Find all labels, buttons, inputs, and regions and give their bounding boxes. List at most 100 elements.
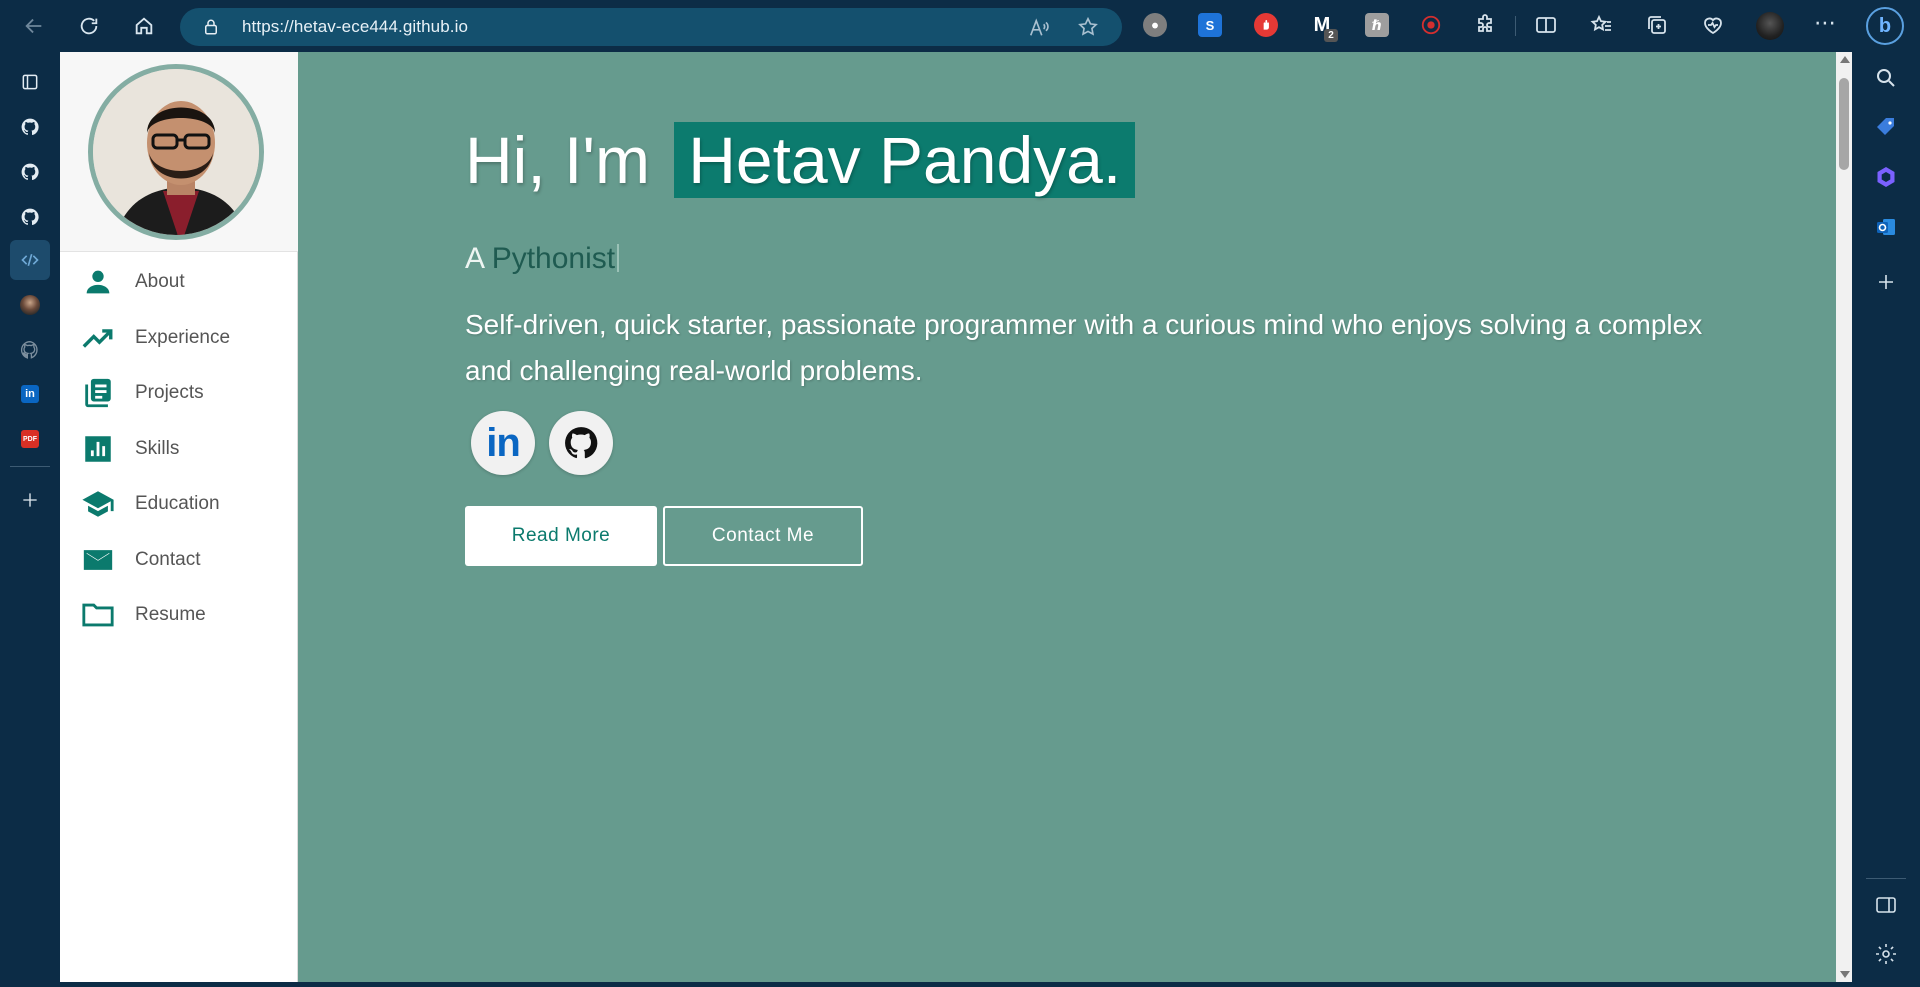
edge-sidebar bbox=[1852, 52, 1920, 987]
browser-toolbar: https://hetav-ece444.github.io S M 2 ℏ ⋯… bbox=[0, 0, 1920, 52]
mail-icon bbox=[83, 550, 113, 570]
nav-label: Resume bbox=[135, 604, 206, 625]
nav-label: Projects bbox=[135, 382, 204, 403]
plus-icon bbox=[23, 493, 37, 507]
settings-gear-icon[interactable] bbox=[1874, 942, 1898, 966]
github-tab-icon bbox=[20, 340, 38, 359]
scrollbar-thumb[interactable] bbox=[1839, 78, 1849, 170]
trending-up-icon bbox=[82, 329, 113, 348]
tab-profile[interactable] bbox=[10, 285, 50, 325]
bing-icon: b bbox=[1878, 14, 1892, 37]
library-books-icon bbox=[85, 378, 111, 408]
nav-about[interactable]: About bbox=[60, 260, 298, 304]
read-more-button[interactable]: Read More bbox=[465, 506, 657, 566]
read-aloud-icon[interactable] bbox=[1028, 17, 1050, 39]
extension-record-icon[interactable] bbox=[1419, 13, 1443, 37]
profile-header bbox=[60, 52, 298, 252]
extension-hand-icon[interactable] bbox=[1254, 13, 1278, 37]
collections-icon[interactable] bbox=[1645, 13, 1669, 37]
profile-photo bbox=[88, 64, 264, 240]
code-tab-icon bbox=[21, 253, 39, 267]
github-tab-icon bbox=[21, 163, 39, 181]
outlook-icon[interactable] bbox=[1874, 215, 1898, 239]
page-scrollbar[interactable] bbox=[1836, 52, 1852, 982]
github-link[interactable] bbox=[549, 411, 613, 475]
site-sidebar: About Experience Projects Skills Educati… bbox=[60, 52, 298, 982]
hide-sidebar-icon[interactable] bbox=[1874, 893, 1898, 917]
profile-tab-icon bbox=[20, 295, 40, 315]
tab-linkedin[interactable]: in bbox=[10, 374, 50, 414]
shopping-tag-icon[interactable] bbox=[1874, 115, 1898, 139]
add-sidebar-app-icon[interactable] bbox=[1874, 270, 1898, 294]
new-tab-button[interactable] bbox=[10, 480, 50, 520]
sidebar-divider bbox=[1866, 878, 1906, 879]
search-icon[interactable] bbox=[1874, 66, 1898, 90]
extension-s-icon[interactable]: S bbox=[1198, 13, 1222, 37]
lock-icon bbox=[205, 19, 217, 35]
extension-hrn-icon[interactable]: ℏ bbox=[1365, 13, 1389, 37]
home-button[interactable] bbox=[124, 6, 164, 46]
nav-label: Skills bbox=[135, 438, 180, 459]
refresh-button[interactable] bbox=[69, 6, 109, 46]
toolbar-divider bbox=[1515, 16, 1516, 36]
profile-avatar[interactable] bbox=[1756, 12, 1784, 40]
favorite-star-icon[interactable] bbox=[1077, 16, 1099, 38]
hero-heading: Hi, I'm Hetav Pandya. bbox=[465, 122, 1136, 198]
browser-essentials-icon[interactable] bbox=[1701, 13, 1725, 37]
tab-github-4[interactable] bbox=[10, 330, 50, 370]
scroll-down-arrow-icon[interactable] bbox=[1840, 971, 1850, 978]
hero-greeting: Hi, I'm bbox=[465, 123, 650, 197]
extensions-puzzle-icon[interactable] bbox=[1473, 13, 1497, 37]
nav-label: About bbox=[135, 271, 185, 292]
copilot-button[interactable]: b bbox=[1866, 7, 1904, 45]
hero-bio: Self-driven, quick starter, passionate p… bbox=[465, 309, 1703, 386]
nav-skills[interactable]: Skills bbox=[60, 427, 298, 471]
tab-divider bbox=[10, 466, 50, 467]
nav-resume[interactable]: Resume bbox=[60, 593, 298, 637]
tab-github-1[interactable] bbox=[10, 107, 50, 147]
github-tab-icon bbox=[21, 118, 39, 136]
folder-icon bbox=[82, 603, 114, 627]
person-icon bbox=[86, 270, 110, 294]
tab-actions-button[interactable] bbox=[10, 62, 50, 102]
home-icon bbox=[135, 17, 153, 35]
tagline-prefix: A bbox=[465, 242, 484, 275]
extension-badge: 2 bbox=[1324, 29, 1338, 42]
tab-portfolio-active[interactable] bbox=[10, 240, 50, 280]
favorites-icon[interactable] bbox=[1590, 13, 1614, 37]
url-text[interactable]: https://hetav-ece444.github.io bbox=[242, 17, 468, 37]
arrow-left-icon bbox=[25, 18, 42, 34]
linkedin-icon: in bbox=[486, 420, 521, 465]
nav-education[interactable]: Education bbox=[60, 482, 298, 526]
back-button[interactable] bbox=[14, 6, 54, 46]
nav-contact[interactable]: Contact bbox=[60, 538, 298, 582]
nav-label: Contact bbox=[135, 549, 201, 570]
extension-camera-icon[interactable] bbox=[1143, 13, 1167, 37]
copilot-hex-icon[interactable] bbox=[1874, 165, 1898, 189]
extension-malwarebytes-icon[interactable]: M 2 bbox=[1310, 13, 1338, 42]
hero-name: Hetav Pandya. bbox=[674, 122, 1136, 198]
tab-github-3[interactable] bbox=[10, 197, 50, 237]
nav-label: Education bbox=[135, 493, 220, 514]
github-icon bbox=[565, 427, 598, 459]
hero-tagline: A Pythonist bbox=[465, 242, 620, 276]
linkedin-link[interactable]: in bbox=[471, 411, 535, 475]
tagline-role: Pythonist bbox=[491, 242, 616, 275]
tab-actions-icon bbox=[22, 74, 38, 90]
nav-projects[interactable]: Projects bbox=[60, 371, 298, 415]
nav-label: Experience bbox=[135, 327, 231, 348]
split-screen-icon[interactable] bbox=[1534, 13, 1558, 37]
graduation-cap-icon bbox=[82, 491, 114, 517]
bar-chart-icon bbox=[85, 436, 111, 462]
tab-github-2[interactable] bbox=[10, 152, 50, 192]
tab-pdf[interactable]: PDF bbox=[10, 419, 50, 459]
contact-me-button[interactable]: Contact Me bbox=[663, 506, 863, 566]
nav-experience[interactable]: Experience bbox=[60, 316, 298, 360]
address-bar[interactable]: https://hetav-ece444.github.io bbox=[180, 8, 1122, 46]
github-tab-icon bbox=[21, 208, 39, 226]
scroll-up-arrow-icon[interactable] bbox=[1840, 56, 1850, 63]
page-viewport: About Experience Projects Skills Educati… bbox=[60, 52, 1852, 982]
linkedin-tab-icon: in bbox=[21, 385, 39, 403]
typing-cursor bbox=[617, 244, 620, 272]
more-menu-icon[interactable]: ⋯ bbox=[1814, 10, 1837, 36]
